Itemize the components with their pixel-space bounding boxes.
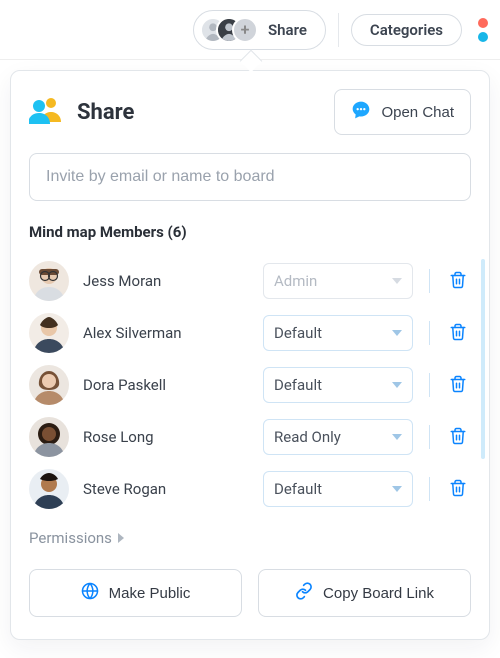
delete-button[interactable] xyxy=(445,319,471,348)
member-row: Dora Paskell Default xyxy=(29,359,471,411)
trash-icon xyxy=(449,271,467,292)
avatar xyxy=(29,365,69,405)
menu-dots-icon[interactable] xyxy=(478,18,490,42)
role-label: Admin xyxy=(274,272,317,290)
copy-link-button[interactable]: Copy Board Link xyxy=(258,569,471,617)
chevron-right-icon xyxy=(118,533,124,543)
make-public-label: Make Public xyxy=(109,585,191,602)
permissions-toggle[interactable]: Permissions xyxy=(29,529,124,547)
member-row: Steve Rogan Default xyxy=(29,463,471,515)
role-select[interactable]: Default xyxy=(263,471,413,507)
delete-button[interactable] xyxy=(445,267,471,296)
plus-icon: + xyxy=(232,17,258,43)
avatar xyxy=(29,469,69,509)
chevron-down-icon xyxy=(392,330,402,336)
member-row: Jess Moran Admin xyxy=(29,255,471,307)
member-name: Dora Paskell xyxy=(83,376,253,394)
member-name: Alex Silverman xyxy=(83,324,253,342)
divider xyxy=(429,321,430,345)
chevron-down-icon xyxy=(392,382,402,388)
chevron-down-icon xyxy=(392,486,402,492)
role-select[interactable]: Default xyxy=(263,315,413,351)
divider xyxy=(429,425,430,449)
delete-button[interactable] xyxy=(445,475,471,504)
role-label: Default xyxy=(274,376,322,394)
people-icon xyxy=(29,96,63,128)
permissions-label: Permissions xyxy=(29,529,112,547)
footer-actions: Make Public Copy Board Link xyxy=(29,569,471,617)
delete-button[interactable] xyxy=(445,371,471,400)
role-select: Admin xyxy=(263,263,413,299)
divider xyxy=(429,269,430,293)
chevron-down-icon xyxy=(392,278,402,284)
delete-button[interactable] xyxy=(445,423,471,452)
member-name: Jess Moran xyxy=(83,272,253,290)
member-name: Steve Rogan xyxy=(83,480,253,498)
chat-icon xyxy=(351,100,371,124)
divider xyxy=(429,477,430,501)
open-chat-label: Open Chat xyxy=(381,104,454,121)
divider xyxy=(429,373,430,397)
categories-button[interactable]: Categories xyxy=(351,14,462,46)
role-select[interactable]: Default xyxy=(263,367,413,403)
invite-input[interactable] xyxy=(29,153,471,201)
avatar-stack: + xyxy=(200,17,258,43)
member-name: Rose Long xyxy=(83,428,253,446)
categories-label: Categories xyxy=(370,21,443,39)
trash-icon xyxy=(449,375,467,396)
panel-header: Share Open Chat xyxy=(29,89,471,135)
divider xyxy=(338,13,339,47)
open-chat-button[interactable]: Open Chat xyxy=(334,89,471,135)
trash-icon xyxy=(449,427,467,448)
members-heading: Mind map Members (6) xyxy=(29,223,471,241)
globe-icon xyxy=(81,582,99,604)
copy-link-label: Copy Board Link xyxy=(323,585,434,602)
share-panel: Share Open Chat Mind map Members (6) Jes… xyxy=(10,70,490,640)
panel-title: Share xyxy=(77,100,134,125)
role-label: Default xyxy=(274,480,322,498)
members-list: Jess Moran Admin Alex Silverman Default xyxy=(29,255,471,515)
member-row: Alex Silverman Default xyxy=(29,307,471,359)
link-icon xyxy=(295,582,313,604)
share-pill-button[interactable]: + Share xyxy=(193,10,326,50)
avatar xyxy=(29,417,69,457)
chevron-down-icon xyxy=(392,434,402,440)
role-label: Read Only xyxy=(274,428,341,446)
avatar xyxy=(29,261,69,301)
member-row: Rose Long Read Only xyxy=(29,411,471,463)
share-pill-label: Share xyxy=(268,21,307,39)
make-public-button[interactable]: Make Public xyxy=(29,569,242,617)
trash-icon xyxy=(449,323,467,344)
scrollbar[interactable] xyxy=(481,259,485,459)
role-select[interactable]: Read Only xyxy=(263,419,413,455)
avatar xyxy=(29,313,69,353)
trash-icon xyxy=(449,479,467,500)
role-label: Default xyxy=(274,324,322,342)
